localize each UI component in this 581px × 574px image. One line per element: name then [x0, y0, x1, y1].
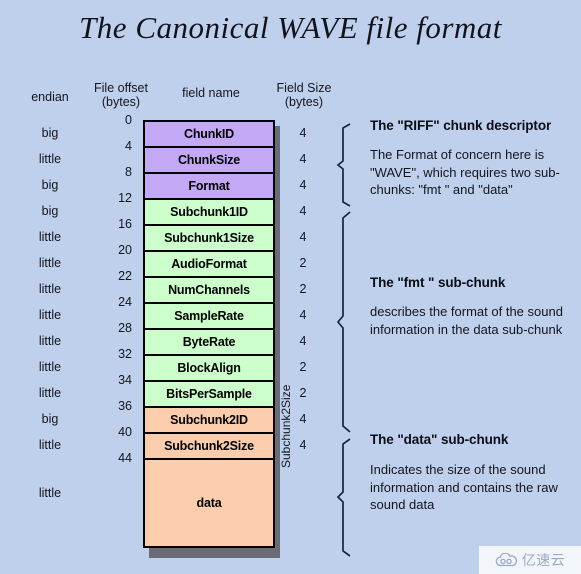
table-row: NumChannels	[145, 278, 273, 304]
column-header-file-offset-line2: (bytes)	[101, 95, 141, 109]
field-name-label: ChunkID	[184, 127, 234, 141]
endian-label: little	[38, 486, 62, 500]
table-row: ChunkSize	[145, 148, 273, 174]
note-fmt-chunk: The "fmt " sub-chunk describes the forma…	[370, 275, 578, 338]
field-name-label: data	[196, 496, 222, 510]
field-size-label: 2	[299, 360, 307, 374]
field-name-label: BitsPerSample	[166, 387, 252, 401]
column-header-field-size-line1: Field Size	[276, 81, 332, 95]
field-name-label: Subchunk2Size	[164, 439, 254, 453]
file-offset-label: 16	[118, 217, 132, 231]
table-row: Subchunk2Size	[145, 434, 273, 460]
note-data-body: Indicates the size of the sound informat…	[370, 462, 558, 512]
subchunk2size-vertical-label: Subchunk2Size	[279, 384, 293, 468]
table-row: ByteRate	[145, 330, 273, 356]
field-name-label: Format	[188, 179, 230, 193]
file-offset-label: 44	[118, 451, 132, 465]
column-header-file-offset-line1: File offset	[94, 81, 148, 95]
brace-fmt-chunk	[336, 210, 358, 434]
file-offset-label: 40	[118, 425, 132, 439]
wave-field-table: ChunkID ChunkSize Format Subchunk1ID Subchun…	[143, 120, 275, 548]
brace-riff-chunk	[336, 122, 358, 208]
note-data-title: The "data" sub-chunk	[370, 432, 509, 447]
field-size-label: 2	[299, 256, 307, 270]
field-size-label: 4	[299, 334, 307, 348]
table-row: Subchunk1ID	[145, 200, 273, 226]
table-row: Format	[145, 174, 273, 200]
endian-label: little	[38, 256, 62, 270]
endian-label: little	[38, 386, 62, 400]
field-name-label: ByteRate	[182, 335, 236, 349]
table-row: Subchunk2ID	[145, 408, 273, 434]
page-title: The Canonical WAVE file format	[79, 10, 502, 45]
field-size-label: 4	[299, 152, 307, 166]
table-row: BitsPerSample	[145, 382, 273, 408]
endian-label: little	[38, 152, 62, 166]
column-header-field-size-line2: (bytes)	[284, 95, 324, 109]
note-riff-title: The "RIFF" chunk descriptor	[370, 118, 552, 133]
field-name-label: ChunkSize	[177, 153, 241, 167]
file-offset-label: 20	[118, 243, 132, 257]
table-row: AudioFormat	[145, 252, 273, 278]
column-header-file-offset: File offset (bytes)	[78, 81, 164, 109]
field-size-label: 4	[299, 308, 307, 322]
file-offset-label: 32	[118, 347, 132, 361]
endian-label: little	[38, 360, 62, 374]
field-size-label: 4	[299, 178, 307, 192]
note-riff-chunk: The "RIFF" chunk descriptor The Format o…	[370, 118, 578, 199]
table-row: Subchunk1Size	[145, 226, 273, 252]
field-name-label: Subchunk2ID	[170, 413, 248, 427]
file-offset-label: 36	[118, 399, 132, 413]
field-name-label: NumChannels	[168, 283, 250, 297]
brace-data-chunk	[336, 437, 358, 558]
endian-label: little	[38, 308, 62, 322]
field-name-label: Subchunk1ID	[170, 205, 248, 219]
watermark: 亿速云	[479, 546, 581, 574]
cloud-icon	[495, 553, 517, 567]
diagram-canvas: The Canonical WAVE file format endian Fi…	[0, 0, 581, 574]
note-data-chunk: The "data" sub-chunk Indicates the size …	[370, 432, 578, 514]
watermark-text: 亿速云	[521, 553, 566, 569]
table-row: SampleRate	[145, 304, 273, 330]
file-offset-label: 4	[125, 139, 132, 153]
note-riff-body: The Format of concern here is "WAVE", wh…	[370, 147, 560, 197]
file-offset-label: 8	[125, 165, 132, 179]
field-name-label: SampleRate	[174, 309, 244, 323]
endian-label: little	[38, 438, 62, 452]
endian-label: big	[41, 126, 59, 140]
endian-label: big	[41, 178, 59, 192]
endian-label: little	[38, 334, 62, 348]
endian-label: little	[38, 230, 62, 244]
table-row: data	[145, 460, 273, 546]
field-size-label: 4	[299, 230, 307, 244]
field-size-label: 2	[299, 282, 307, 296]
field-size-label: 4	[299, 204, 307, 218]
column-header-field-name: field name	[182, 86, 240, 100]
column-header-endian: endian	[31, 90, 69, 104]
table-row: ChunkID	[145, 122, 273, 148]
endian-label: big	[41, 412, 59, 426]
file-offset-label: 34	[118, 373, 132, 387]
note-fmt-body: describes the format of the sound inform…	[370, 304, 563, 337]
field-name-label: AudioFormat	[171, 257, 247, 271]
file-offset-label: 22	[118, 269, 132, 283]
table-row: BlockAlign	[145, 356, 273, 382]
file-offset-label: 28	[118, 321, 132, 335]
endian-label: big	[41, 204, 59, 218]
file-offset-label: 24	[118, 295, 132, 309]
field-name-label: BlockAlign	[177, 361, 241, 375]
field-name-label: Subchunk1Size	[164, 231, 254, 245]
field-size-label: 4	[299, 126, 307, 140]
file-offset-label: 12	[118, 191, 132, 205]
file-offset-label: 0	[125, 113, 132, 127]
column-header-field-size: Field Size (bytes)	[262, 81, 346, 109]
endian-label: little	[38, 282, 62, 296]
note-fmt-title: The "fmt " sub-chunk	[370, 275, 506, 290]
